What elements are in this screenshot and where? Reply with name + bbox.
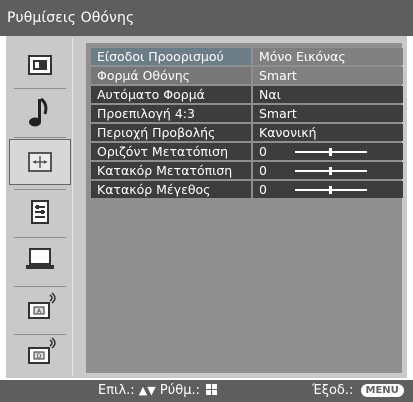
setting-value-slider[interactable]: 0 xyxy=(253,162,403,179)
sidebar-item-screen[interactable] xyxy=(8,137,72,189)
features-icon xyxy=(31,200,49,224)
select-hint-label: Επιλ.: xyxy=(98,383,135,398)
setting-value-slider[interactable]: 0 xyxy=(253,181,403,198)
slider-track[interactable] xyxy=(295,167,367,175)
select-hint: Επιλ.: ▲▼ Ρύθμ.: xyxy=(98,380,218,402)
slider-track[interactable] xyxy=(295,148,367,156)
plus-pad-icon xyxy=(206,384,218,395)
setting-value[interactable]: Μόνο Εικόνας xyxy=(253,48,403,65)
setting-value[interactable]: Κανονική xyxy=(253,124,403,141)
menu-key-icon[interactable]: MENU xyxy=(360,384,404,397)
setting-label: Κατακόρ Μετατόπιση xyxy=(91,162,251,179)
setting-value[interactable]: Smart xyxy=(253,67,403,84)
setting-label: Είσοδοι Προορισμού xyxy=(91,48,251,65)
sidebar-item-features[interactable] xyxy=(8,189,72,241)
analog-setup-icon: A xyxy=(28,292,56,319)
setting-label: Προεπιλογή 4:3 xyxy=(91,105,251,122)
pc-icon xyxy=(26,248,54,269)
setting-label: Φορμά Οθόνης xyxy=(91,67,251,84)
sidebar-divider xyxy=(14,88,66,89)
down-arrow-icon: ▼ xyxy=(147,384,156,397)
page-title: Ρυθμίσεις Οθόνης xyxy=(7,10,135,26)
screen-settings-screen: Ρυθμίσεις Οθόνης A D Είσοδοι Προορισμού … xyxy=(0,0,413,402)
svg-text:D: D xyxy=(37,353,42,360)
slider-knob[interactable] xyxy=(329,148,332,156)
sidebar: A D xyxy=(8,40,72,374)
slider-track[interactable] xyxy=(295,186,367,194)
setting-value[interactable]: Ναι xyxy=(253,86,403,103)
slider-value: 0 xyxy=(259,182,267,197)
adjust-hint-label: Ρύθμ.: xyxy=(159,383,200,398)
setting-label: Κατακόρ Μέγεθος xyxy=(91,181,251,198)
exit-hint: Έξοδ.: MENU xyxy=(312,380,404,402)
sidebar-item-analog-setup[interactable]: A xyxy=(8,286,72,338)
digital-setup-icon: D xyxy=(28,337,56,364)
setting-label: Οριζόντ Μετατόπιση xyxy=(91,143,251,160)
slider-knob[interactable] xyxy=(329,167,332,175)
help-bar: Επιλ.: ▲▼ Ρύθμ.: Έξοδ.: MENU xyxy=(0,380,413,402)
sidebar-item-pc[interactable] xyxy=(8,237,72,289)
exit-hint-label: Έξοδ.: xyxy=(312,383,354,398)
sidebar-item-digital-setup[interactable]: D xyxy=(8,334,72,386)
slider-knob[interactable] xyxy=(329,186,332,194)
up-arrow-icon: ▲ xyxy=(138,384,148,397)
screen-icon xyxy=(28,152,52,172)
setting-value[interactable]: Smart xyxy=(253,105,403,122)
picture-icon xyxy=(28,55,52,75)
slider-value: 0 xyxy=(259,144,267,159)
slider-value: 0 xyxy=(259,163,267,178)
sidebar-item-sound[interactable] xyxy=(8,90,72,142)
title-bar: Ρυθμίσεις Οθόνης xyxy=(0,0,413,36)
panel-divider xyxy=(72,38,73,376)
setting-label: Αυτόματο Φορμά xyxy=(91,86,251,103)
sidebar-item-picture[interactable] xyxy=(8,40,72,92)
setting-label: Περιοχή Προβολής xyxy=(91,124,251,141)
setting-value-slider[interactable]: 0 xyxy=(253,143,403,160)
sound-icon xyxy=(29,97,48,127)
